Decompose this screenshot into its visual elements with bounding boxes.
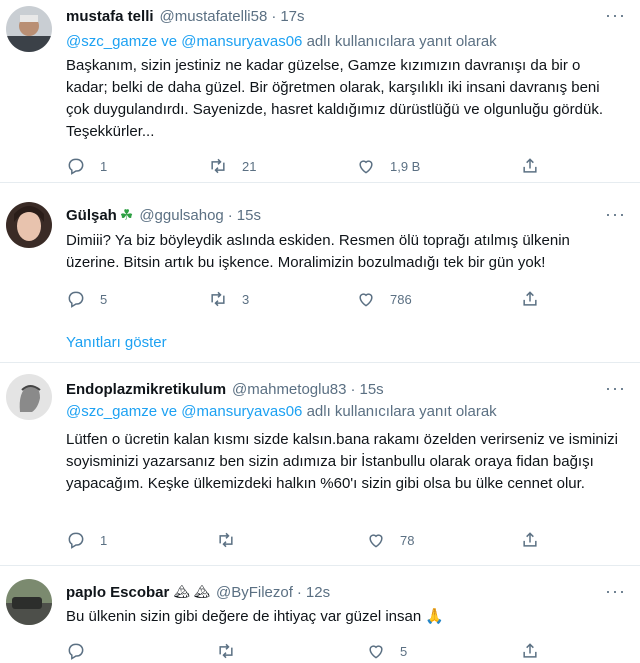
separator: · [227, 206, 233, 224]
avatar-image [6, 202, 52, 248]
reply-button[interactable]: 1 [66, 528, 107, 552]
separator: · [271, 7, 277, 25]
avatar[interactable] [6, 202, 52, 248]
timestamp[interactable]: 12s [306, 584, 330, 601]
heart-icon [359, 160, 373, 174]
tweet-text: Lütfen o ücretin kalan kısmı sizde kalsı… [66, 431, 618, 492]
tweet-header: Gülşah ☘ @ggulsahog · 15s [66, 204, 600, 226]
retweet-icon [219, 643, 233, 659]
display-name[interactable]: mustafa telli [66, 8, 154, 25]
reply-connector: ve [161, 403, 178, 420]
user-handle[interactable]: @mustafatelli58 [160, 8, 268, 25]
mention-link[interactable]: @mansuryavas06 [181, 403, 302, 420]
reply-suffix: adlı kullanıcılara yanıt olarak [306, 403, 497, 420]
retweet-button[interactable]: 21 [208, 154, 256, 178]
like-button[interactable]: 786 [356, 287, 412, 311]
reply-count: 5 [100, 291, 108, 307]
tweet-actions: 1 21 1,9 B [60, 154, 580, 178]
reply-suffix: adlı kullanıcılara yanıt olarak [306, 33, 497, 50]
more-options-icon[interactable]: ··· [605, 378, 626, 399]
like-count: 5 [400, 643, 408, 659]
like-button[interactable]: 78 [366, 528, 414, 552]
reply-icon [68, 532, 84, 549]
retweet-button[interactable] [216, 528, 250, 552]
like-button[interactable]: 1,9 B [356, 154, 420, 178]
avatar[interactable] [6, 374, 52, 420]
share-button[interactable] [520, 154, 540, 178]
timestamp[interactable]: 15s [237, 207, 261, 224]
retweet-button[interactable]: 3 [208, 287, 249, 311]
tweet-header: paplo Escobar 🏔 🏔 @ByFilezof · 12s [66, 581, 600, 603]
mountain-emoji: 🏔 🏔 [173, 584, 210, 599]
heart-icon [369, 534, 383, 548]
tweet-header: Endoplazmikretikulum @mahmetoglu83 · 15s [66, 378, 600, 400]
avatar[interactable] [6, 6, 52, 52]
reply-context: @szc_gamze ve @mansuryavas06 adlı kullan… [66, 403, 620, 420]
retweet-count: 21 [242, 158, 257, 174]
share-button[interactable] [520, 287, 540, 311]
avatar-image [6, 6, 52, 52]
separator: · [296, 583, 302, 601]
tweet-text: Başkanım, sizin jestiniz ne kadar güzels… [66, 57, 603, 140]
retweet-icon [211, 291, 225, 307]
share-button[interactable] [520, 639, 540, 663]
display-name[interactable]: Gülşah [66, 207, 117, 224]
reply-count: 1 [100, 158, 108, 174]
user-handle[interactable]: @ByFilezof [216, 584, 293, 601]
clover-emoji: ☘ [119, 207, 134, 224]
show-replies-link[interactable]: Yanıtları göster [66, 334, 167, 351]
tweet-1[interactable]: mustafa telli @mustafatelli58 · 17s ··· … [0, 0, 640, 183]
display-name[interactable]: Endoplazmikretikulum [66, 381, 226, 398]
share-icon [523, 532, 537, 547]
tweet-actions: 5 [60, 639, 580, 663]
reply-button[interactable]: 1 [66, 154, 107, 178]
retweet-icon [211, 158, 225, 174]
like-count: 78 [400, 532, 415, 548]
separator: · [350, 380, 356, 398]
like-count: 1,9 B [390, 158, 421, 174]
share-icon [523, 158, 537, 173]
avatar[interactable] [6, 579, 52, 625]
tweet-header: mustafa telli @mustafatelli58 · 17s [66, 5, 600, 27]
reply-icon [68, 643, 84, 660]
reply-icon [68, 291, 84, 308]
tweet-4[interactable]: paplo Escobar 🏔 🏔 @ByFilezof · 12s ··· B… [0, 565, 640, 660]
more-options-icon[interactable]: ··· [605, 204, 626, 225]
more-options-icon[interactable]: ··· [605, 581, 626, 602]
like-button[interactable]: 5 [366, 639, 407, 663]
display-name[interactable]: paplo Escobar [66, 584, 169, 601]
heart-icon [359, 293, 373, 307]
tweet-text: Bu ülkenin sizin gibi değere de ihtiyaç … [66, 608, 445, 625]
mention-link[interactable]: @szc_gamze [66, 33, 157, 50]
reply-context: @szc_gamze ve @mansuryavas06 adlı kullan… [66, 33, 620, 50]
share-button[interactable] [520, 528, 540, 552]
user-handle[interactable]: @ggulsahog [139, 207, 223, 224]
mention-link[interactable]: @mansuryavas06 [181, 33, 302, 50]
tweet-3[interactable]: Endoplazmikretikulum @mahmetoglu83 · 15s… [0, 362, 640, 566]
share-icon [523, 643, 537, 658]
reply-icon [68, 158, 84, 175]
tweet-actions: 5 3 786 [60, 287, 580, 311]
heart-icon [369, 645, 383, 659]
reply-button[interactable]: 5 [66, 287, 107, 311]
avatar-image [6, 374, 52, 420]
like-count: 786 [390, 291, 412, 307]
retweet-icon [219, 532, 233, 548]
timestamp[interactable]: 15s [360, 381, 384, 398]
mention-link[interactable]: @szc_gamze [66, 403, 157, 420]
retweet-button[interactable] [216, 639, 250, 663]
avatar-image [6, 579, 52, 625]
share-icon [523, 291, 537, 306]
reply-connector: ve [161, 33, 178, 50]
tweet-text: Dimiii? Ya biz böyleydik aslında eskiden… [66, 232, 570, 271]
retweet-count: 3 [242, 291, 250, 307]
tweet-actions: 1 78 [60, 528, 580, 552]
timestamp[interactable]: 17s [280, 8, 304, 25]
reply-count: 1 [100, 532, 108, 548]
reply-button[interactable] [66, 639, 100, 663]
user-handle[interactable]: @mahmetoglu83 [232, 381, 346, 398]
more-options-icon[interactable]: ··· [605, 5, 626, 26]
